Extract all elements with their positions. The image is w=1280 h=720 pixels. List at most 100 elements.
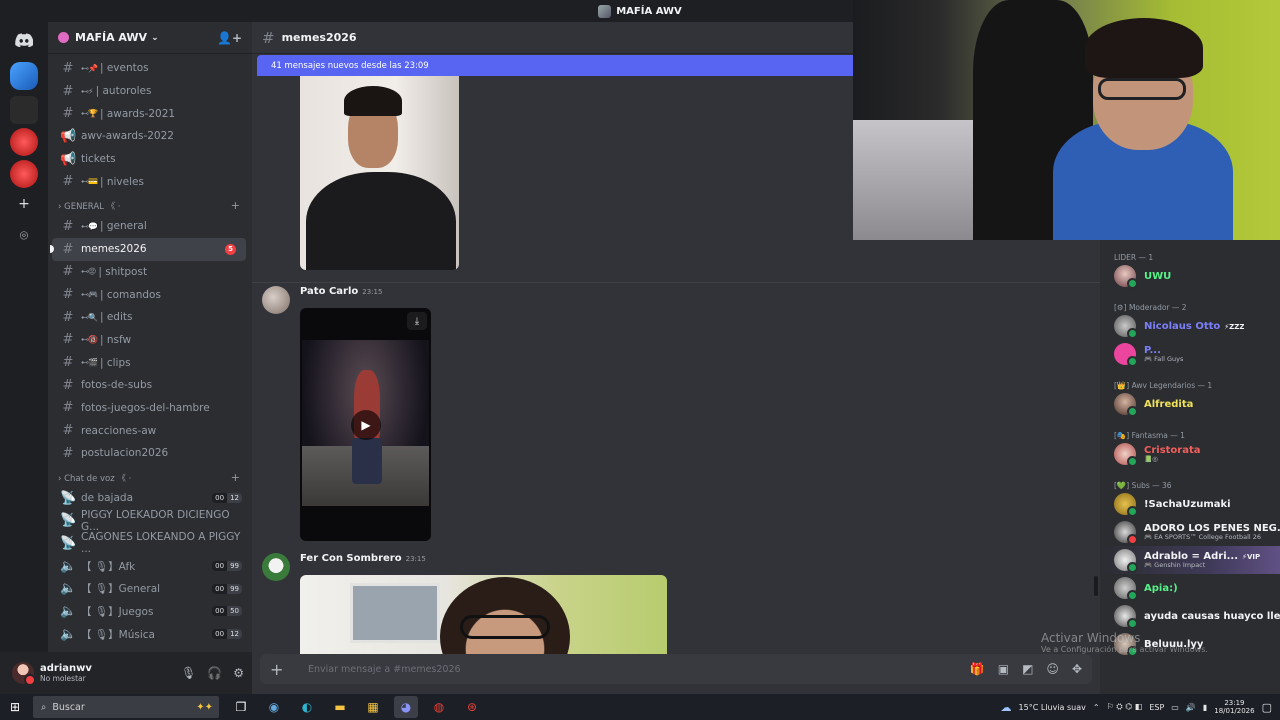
server-team-awv-icon[interactable]: [10, 62, 38, 90]
member-item[interactable]: !SachaUzumaki: [1100, 490, 1280, 518]
scrollbar[interactable]: [1094, 576, 1098, 596]
battery-icon[interactable]: ▮: [1203, 703, 1207, 712]
member-item[interactable]: Nicolaus Otto ⚡ZZZ: [1100, 312, 1280, 340]
author-avatar[interactable]: [262, 286, 290, 314]
edge-icon[interactable]: ◐: [295, 696, 319, 718]
server-red-2-icon[interactable]: [10, 160, 38, 188]
invite-people-icon[interactable]: 👤+: [217, 31, 242, 45]
chrome-icon[interactable]: ◍: [427, 696, 451, 718]
voice-channel-de-bajada[interactable]: 📡 de bajada 00 12: [48, 487, 252, 510]
server-peru-icon[interactable]: [10, 96, 38, 124]
member-item[interactable]: P... 🎮 Fall Guys: [1100, 340, 1280, 368]
category-label: GENERAL 《 ·: [64, 202, 121, 213]
gear-icon[interactable]: ⚙: [233, 666, 244, 680]
channel-awards-2021[interactable]: # ⊷🏆 | awards-2021: [48, 102, 252, 125]
member-avatar: [1114, 605, 1138, 629]
server-header[interactable]: MAFÍA AWV ⌄ 👤+: [48, 22, 252, 54]
task-view-icon[interactable]: ❐: [229, 696, 253, 718]
member-item[interactable]: ADORO LOS PENES NEG... 🎮 EA SPORTS™ Colle…: [1100, 518, 1280, 546]
app-icon[interactable]: ⊛: [460, 696, 484, 718]
member-item[interactable]: Adrablo = Adri... ⚡VIP 🎮 Genshin Impact: [1100, 546, 1280, 574]
category-general[interactable]: › GENERAL 《 · +: [48, 193, 252, 215]
weather-icon[interactable]: ☁: [1001, 701, 1012, 714]
copilot-icon[interactable]: ◉: [262, 696, 286, 718]
new-messages-bar[interactable]: 41 mensajes nuevos desde las 23:09: [257, 55, 857, 76]
message-composer[interactable]: + Enviar mensaje a #memes2026 🎁 ▣ ◩ ☺ ✥: [260, 654, 1092, 684]
channel-autoroles[interactable]: # ⊷⚡ | autoroles: [48, 80, 252, 103]
member-avatar: [1114, 265, 1138, 289]
voice-channel-juegos[interactable]: 🔈 【 🎙】Juegos 00 50: [48, 600, 252, 623]
weather-text[interactable]: 15°C Lluvia suav: [1019, 703, 1086, 712]
member-item[interactable]: Alfredita: [1100, 390, 1280, 418]
channel-niveles[interactable]: # ⊷💳 | niveles: [48, 170, 252, 193]
play-icon[interactable]: ▶: [351, 410, 381, 440]
voice-channel-piggy-loekador[interactable]: 📡 PIGGY LOEKADOR DICIENGO G...: [48, 509, 252, 533]
channel-nsfw[interactable]: # ⊷🔞 | nsfw: [48, 329, 252, 352]
store-icon[interactable]: ▦: [361, 696, 385, 718]
author-name[interactable]: Fer Con Sombrero: [300, 553, 402, 564]
image-attachment[interactable]: [300, 76, 459, 270]
channel-memes2026[interactable]: # memes2026 5: [50, 237, 246, 261]
clock[interactable]: 23:19 18/01/2026: [1214, 699, 1254, 715]
member-item[interactable]: Cristorata 📗◎: [1100, 440, 1280, 468]
download-icon[interactable]: ⤓: [407, 312, 427, 330]
taskbar: ⊞ ⌕ Buscar ✦✦ ❐ ◉ ◐ ▬ ▦ ◕ ◍ ⊛ ☁ 15°C Llu…: [0, 694, 1280, 720]
channel-eventos[interactable]: # ⊷📌 | eventos: [48, 57, 252, 80]
user-count: 00: [212, 606, 228, 617]
discord-taskbar-icon[interactable]: ◕: [394, 696, 418, 718]
channel-reacciones-aw[interactable]: # reacciones-aw: [48, 419, 252, 442]
tray-icons[interactable]: ⚐ ⛭ ⌬ ◧: [1107, 702, 1143, 712]
window-title: MAFÍA AWV: [616, 5, 682, 17]
voice-channel-cagones[interactable]: 📡 CAGONES LOKEANDO A PIGGY ...: [48, 531, 252, 555]
member-item[interactable]: ayuda causas huayco llev...: [1100, 602, 1280, 630]
member-item[interactable]: Apia:): [1100, 574, 1280, 602]
taskbar-search[interactable]: ⌕ Buscar ✦✦: [33, 696, 219, 718]
add-channel-button[interactable]: +: [231, 199, 240, 212]
chevron-up-icon[interactable]: ⌃: [1093, 703, 1100, 712]
headphones-icon[interactable]: 🎧: [207, 666, 222, 680]
user-avatar[interactable]: [12, 662, 36, 686]
clock-time: 23:19: [1224, 698, 1245, 707]
voice-channel-musica[interactable]: 🔈 【 🎙】Música 00 12: [48, 623, 252, 646]
windows-start-icon[interactable]: ⊞: [0, 700, 30, 714]
video-attachment[interactable]: ▶ ⤓: [300, 308, 431, 541]
notifications-icon[interactable]: ▢: [1262, 701, 1272, 714]
file-explorer-icon[interactable]: ▬: [328, 696, 352, 718]
user-count: 00: [212, 583, 228, 594]
channel-edits[interactable]: # ⊷🔍 | edits: [48, 306, 252, 329]
channel-general[interactable]: # ⊷💬 | general: [48, 215, 252, 238]
gif-icon[interactable]: ▣: [998, 662, 1009, 676]
voice-channel-general[interactable]: 🔈 【 🎙】General 00 99: [48, 577, 252, 600]
channel-fotos-de-subs[interactable]: # fotos-de-subs: [48, 374, 252, 397]
hash-icon: #: [62, 400, 74, 416]
gift-icon[interactable]: 🎁: [970, 662, 985, 676]
discord-home-icon[interactable]: [12, 28, 36, 52]
apps-icon[interactable]: ✥: [1072, 662, 1082, 676]
explore-compass-icon[interactable]: ⌾: [14, 226, 34, 246]
sticker-icon[interactable]: ◩: [1022, 662, 1033, 676]
add-server-icon[interactable]: +: [14, 194, 34, 214]
add-attachment-icon[interactable]: +: [270, 660, 290, 679]
channel-comandos[interactable]: # ⊷🎮 | comandos: [48, 283, 252, 306]
author-name[interactable]: Pato Carlo: [300, 286, 358, 297]
channel-awv-awards-2022[interactable]: 📢 awv-awards-2022: [48, 125, 252, 148]
voice-channel-afk[interactable]: 🔈 【 🎙】Afk 00 99: [48, 555, 252, 578]
channel-postulacion2026[interactable]: # postulacion2026: [48, 442, 252, 465]
channel-fotos-juegos-del-hambre[interactable]: # fotos-juegos-del-hambre: [48, 397, 252, 420]
message-header: Fer Con Sombrero 23:15: [300, 553, 426, 564]
add-channel-button[interactable]: +: [231, 471, 240, 484]
webcam-content: [1098, 78, 1186, 100]
channel-tickets[interactable]: 📢 tickets: [48, 148, 252, 171]
channel-shitpost[interactable]: # ⊷😡 | shitpost: [48, 261, 252, 284]
author-avatar[interactable]: [262, 553, 290, 581]
member-item[interactable]: UWU: [1100, 262, 1280, 290]
network-icon[interactable]: ▭: [1171, 703, 1179, 712]
category-voice[interactable]: › Chat de voz 《 · +: [48, 465, 252, 487]
channel-label: | edits: [99, 311, 133, 324]
channel-clips[interactable]: # ⊷🎬 | clips: [48, 351, 252, 374]
microphone-icon[interactable]: 🎙: [181, 666, 196, 680]
emoji-icon[interactable]: ☺: [1046, 662, 1059, 676]
language-indicator[interactable]: ESP: [1149, 703, 1164, 712]
server-red-1-icon[interactable]: [10, 128, 38, 156]
volume-icon[interactable]: 🔊: [1186, 703, 1196, 712]
